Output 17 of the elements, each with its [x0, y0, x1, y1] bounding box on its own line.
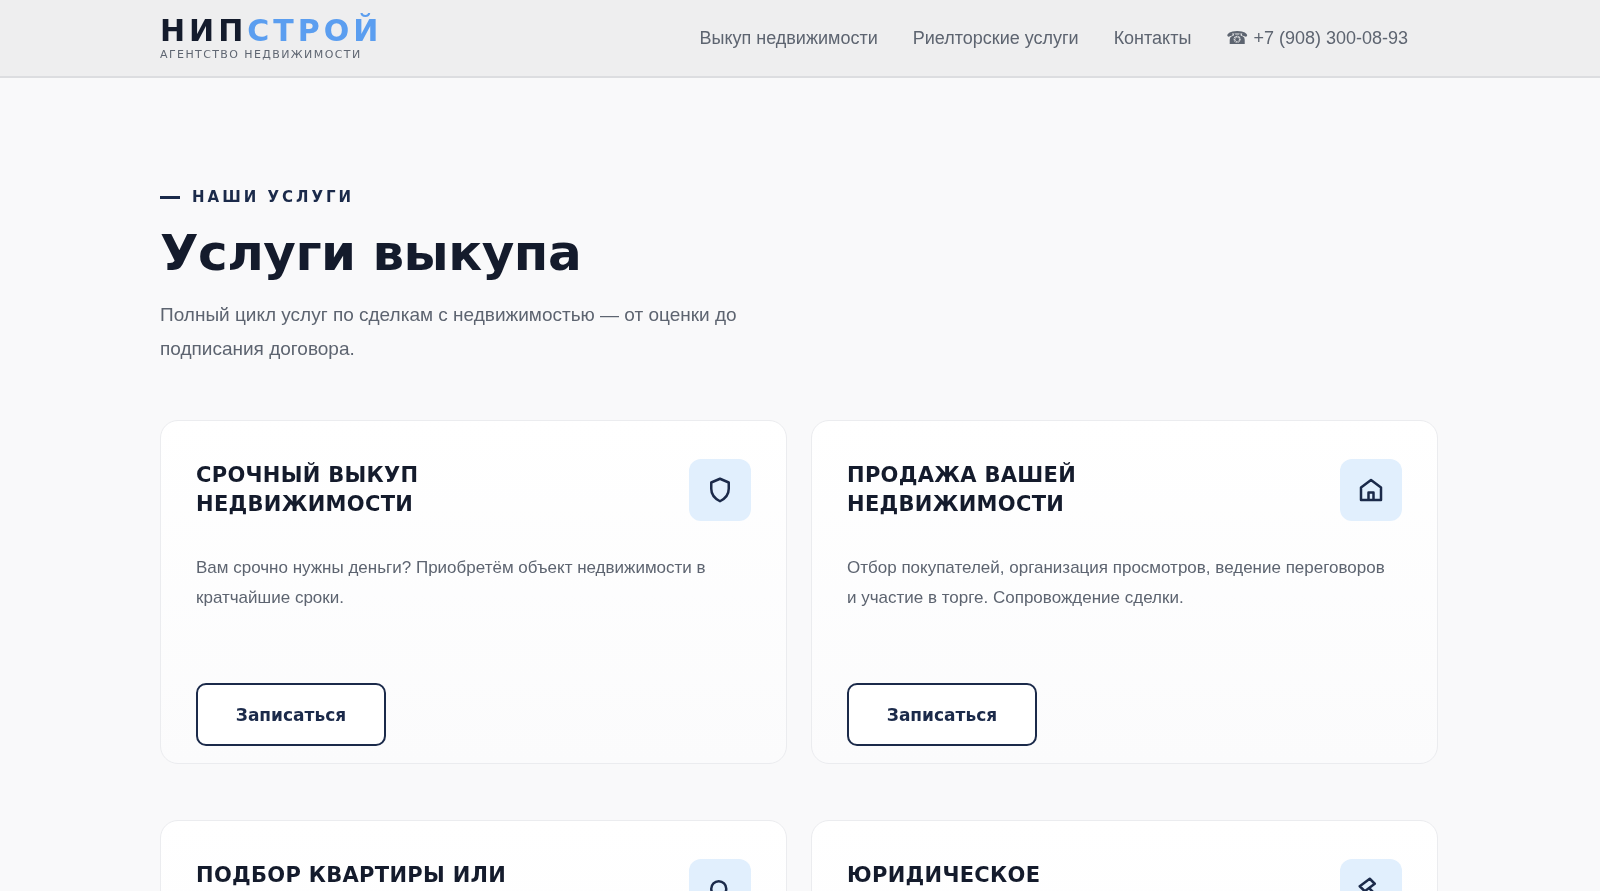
card-title: ПРОДАЖА ВАШЕЙ НЕДВИЖИМОСТИ — [847, 461, 1078, 518]
section-description: Полный цикл услуг по сделкам с недвижимостью — от оценки до подписания договора. — [160, 303, 738, 361]
card-title: ПОДБОР КВАРТИРЫ ИЛИ — [196, 862, 508, 889]
phone-link[interactable]: ☎ +7 (908) 300-08-93 — [1226, 27, 1408, 49]
card-description: Вам срочно нужны деньги? Приобретём объект недвижимости в кратчайшие сроки. — [196, 557, 707, 609]
logo-tagline: АГЕНТСТВО НЕДВИЖИМОСТИ — [160, 47, 363, 61]
card-title: ЮРИДИЧЕСКОЕ — [847, 862, 1042, 889]
section-eyebrow: НАШИ УСЛУГИ — [192, 188, 355, 206]
nav-link[interactable]: Риелторские услуги — [912, 27, 1079, 49]
card-description: Отбор покупателей, организация просмотров, ведение переговоров и участие в торге. Сопровождение сделки. — [847, 557, 1386, 609]
card-title: СРОЧНЫЙ ВЫКУП НЕДВИЖИМОСТИ — [196, 461, 420, 518]
nav-link[interactable]: Контакты — [1113, 27, 1192, 49]
logo[interactable]: НИП СТРОЙ — [160, 15, 383, 46]
nav-link[interactable]: Выкуп недвижимости — [699, 27, 878, 49]
signup-button[interactable]: Записаться — [847, 683, 1037, 746]
section-title: Услуги выкупа — [160, 224, 583, 282]
signup-button[interactable]: Записаться — [196, 683, 386, 746]
